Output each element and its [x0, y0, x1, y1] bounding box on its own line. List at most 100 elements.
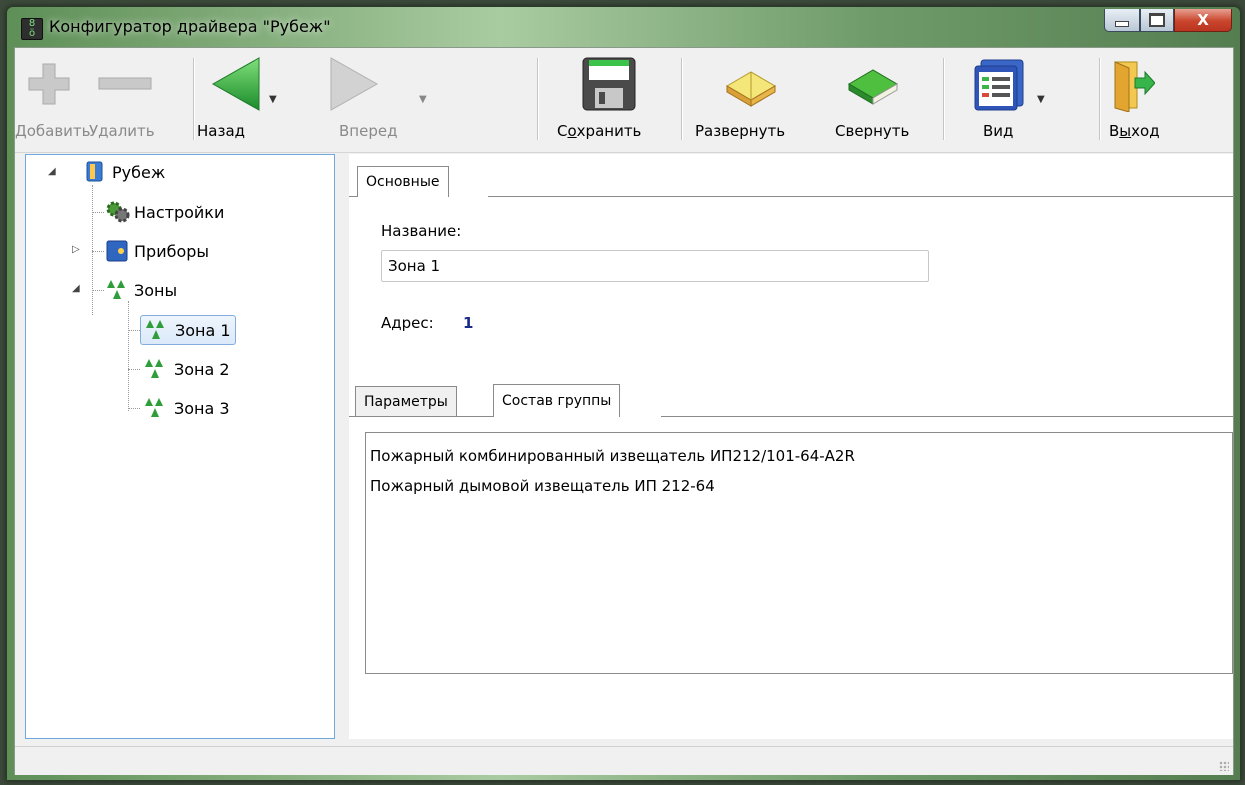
zone-icon — [146, 320, 164, 339]
minimize-icon — [1115, 21, 1129, 27]
tree-connector — [92, 212, 104, 213]
maximize-button[interactable] — [1140, 9, 1174, 32]
zone-icon — [107, 280, 125, 299]
minimize-button[interactable] — [1104, 9, 1140, 32]
close-button[interactable]: X — [1174, 9, 1232, 32]
client-area: Добавить Удалить ▼ Назад ▼ Вперед Сохран… — [14, 47, 1234, 775]
tree-item-zone-2[interactable]: Зона 2 — [144, 356, 230, 382]
closed-book-icon — [848, 69, 898, 105]
save-label: Сохранить — [557, 122, 641, 140]
tree-item-devices[interactable]: Приборы — [106, 238, 209, 264]
tree-connector — [128, 369, 140, 370]
back-arrow-icon — [211, 57, 260, 111]
collapse-label: Свернуть — [835, 122, 910, 140]
view-dropdown-icon[interactable]: ▼ — [1037, 94, 1045, 105]
tree-label: Приборы — [134, 241, 210, 261]
toolbar-separator — [1099, 58, 1101, 140]
forward-label: Вперед — [339, 122, 398, 140]
app-window: 8ö Конфигуратор драйвера "Рубеж" X Добав… — [6, 6, 1241, 781]
view-list-icon — [974, 59, 1024, 111]
tree-label: Зоны — [134, 280, 178, 300]
name-label: Название: — [381, 222, 462, 240]
tab-parameters[interactable]: Параметры — [355, 386, 457, 417]
toolbar-separator — [943, 58, 945, 140]
details-panel: Основные Название: Адрес: 1 Параметры Со… — [349, 154, 1233, 739]
save-label-accel: о — [567, 122, 577, 140]
tree-connector — [128, 301, 129, 411]
tab-parameters-label: Параметры — [364, 394, 448, 410]
save-floppy-icon — [582, 57, 636, 111]
resize-grip-icon[interactable] — [1219, 761, 1229, 771]
tab-strip-line — [488, 196, 1233, 197]
tree-item-settings[interactable]: Настройки — [106, 199, 224, 225]
device-tree[interactable]: ◢ Рубеж Настройки ▷ Приборы ◢ Зоны Зона … — [25, 154, 335, 739]
maximize-icon — [1149, 13, 1165, 27]
tab-strip-line — [661, 416, 1233, 417]
forward-button[interactable]: ▼ Вперед — [307, 48, 427, 152]
exit-label-b: ход — [1131, 122, 1160, 140]
tree-item-zones[interactable]: Зоны — [106, 277, 177, 303]
save-button[interactable]: Сохранить — [547, 48, 671, 152]
exit-button[interactable]: Выход — [1105, 48, 1185, 152]
exit-door-icon — [1114, 61, 1155, 112]
device-icon — [106, 240, 128, 262]
back-button[interactable]: ▼ Назад — [197, 48, 297, 152]
tab-group-members[interactable]: Состав группы — [493, 384, 621, 417]
exit-label: Выход — [1109, 122, 1160, 140]
collapse-button[interactable]: Свернуть — [821, 48, 925, 152]
close-icon: X — [1197, 11, 1209, 29]
address-label: Адрес: — [381, 314, 434, 332]
tab-strip-line — [349, 196, 357, 197]
save-label-b: хранить — [576, 122, 642, 140]
window-controls: X — [1104, 9, 1232, 33]
back-dropdown-icon[interactable]: ▼ — [269, 94, 277, 105]
add-button[interactable]: Добавить — [15, 48, 91, 152]
tree-label: Рубеж — [112, 162, 166, 182]
tree-connector — [92, 290, 104, 291]
view-label: Вид — [983, 122, 1014, 140]
tab-main[interactable]: Основные — [357, 166, 449, 197]
expand-button[interactable]: Развернуть — [687, 48, 811, 152]
toolbar-separator — [681, 58, 683, 140]
gear-icon — [106, 201, 130, 223]
list-item[interactable]: Пожарный дымовой извещатель ИП 212-64 — [370, 477, 715, 495]
back-label: Назад — [197, 122, 246, 140]
collapse-zones-icon[interactable]: ◢ — [72, 283, 80, 294]
tab-main-label: Основные — [366, 174, 440, 190]
app-icon[interactable]: 8ö — [21, 18, 43, 40]
expand-label: Развернуть — [695, 122, 786, 140]
exit-label-a: В — [1109, 122, 1120, 140]
collapse-root-icon[interactable]: ◢ — [48, 166, 56, 177]
tree-label: Зона 1 — [175, 320, 231, 340]
delete-icon — [98, 77, 152, 90]
tab-strip-line — [349, 416, 493, 417]
forward-dropdown-icon[interactable]: ▼ — [419, 94, 427, 105]
status-bar — [15, 746, 1233, 775]
open-book-icon — [726, 71, 776, 107]
delete-button[interactable]: Удалить — [89, 48, 179, 152]
tree-connector — [92, 251, 104, 252]
tree-label: Зона 3 — [174, 398, 230, 418]
view-button[interactable]: ▼ Вид — [951, 48, 1061, 152]
expand-devices-icon[interactable]: ▷ — [72, 244, 80, 255]
toolbar-separator — [537, 58, 539, 140]
name-input[interactable] — [381, 250, 929, 282]
forward-arrow-icon — [330, 57, 379, 111]
zone-icon — [145, 398, 163, 417]
title-bar[interactable]: 8ö Конфигуратор драйвера "Рубеж" X — [7, 7, 1240, 47]
toolbar: Добавить Удалить ▼ Назад ▼ Вперед Сохран… — [15, 48, 1233, 153]
delete-label: Удалить — [89, 122, 155, 140]
exit-label-accel: ы — [1119, 122, 1132, 140]
group-members-list[interactable]: Пожарный комбинированный извещатель ИП21… — [365, 432, 1233, 674]
tab-group-members-label: Состав группы — [502, 393, 612, 409]
tree-item-zone-3[interactable]: Зона 3 — [144, 395, 230, 421]
toolbar-separator — [193, 58, 195, 140]
list-item[interactable]: Пожарный комбинированный извещатель ИП21… — [370, 447, 855, 465]
tree-label: Зона 2 — [174, 359, 230, 379]
driver-icon — [86, 161, 103, 182]
zone-icon — [145, 359, 163, 378]
tree-connector — [128, 330, 140, 331]
tree-connector — [92, 185, 93, 315]
tree-item-zone-1[interactable]: Зона 1 — [140, 315, 236, 345]
tree-item-root[interactable]: Рубеж — [86, 159, 165, 185]
